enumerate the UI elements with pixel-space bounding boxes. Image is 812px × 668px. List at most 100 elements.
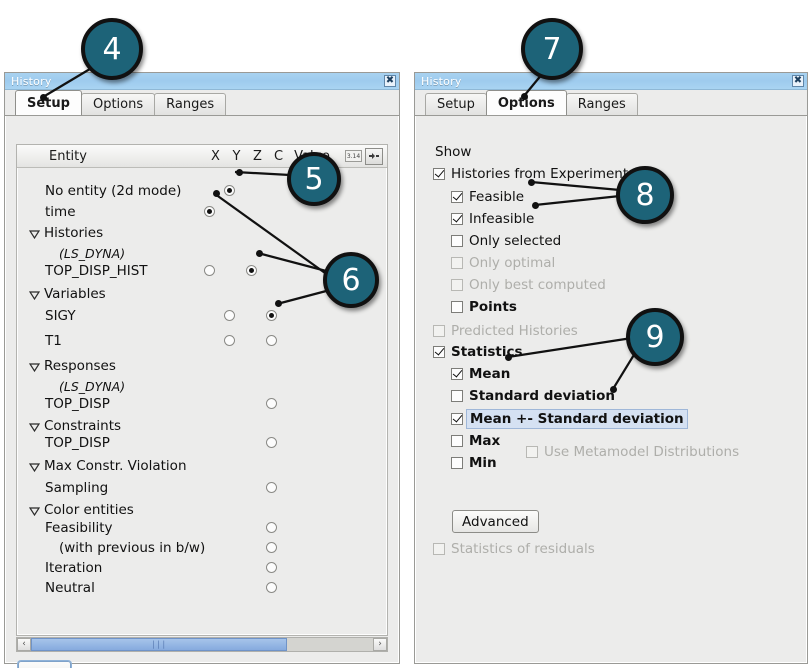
tab-options[interactable]: Options [80, 93, 156, 115]
left-window-title: History [11, 74, 52, 88]
pin-icon[interactable] [365, 147, 383, 165]
radio-c[interactable] [266, 398, 277, 409]
entity-group-row[interactable]: Variables [29, 286, 106, 302]
entity-row-label: Histories [44, 225, 104, 241]
scroll-left-arrow[interactable]: ‹ [17, 638, 31, 651]
disclosure-triangle-icon[interactable] [29, 460, 40, 472]
entity-row[interactable]: No entity (2d mode) [45, 183, 181, 199]
checkbox[interactable] [433, 346, 445, 358]
entity-row[interactable]: (LS_DYNA) [59, 246, 125, 261]
entity-row-label: TOP_DISP [45, 435, 110, 451]
entity-row[interactable]: (with previous in b/w) [59, 540, 205, 556]
entity-group-row[interactable]: Responses [29, 358, 116, 374]
option-row[interactable]: Predicted Histories [433, 323, 578, 339]
entity-row[interactable]: TOP_DISP [45, 396, 110, 412]
option-row[interactable]: Mean +- Standard deviation [451, 409, 688, 429]
checkbox[interactable] [451, 235, 463, 247]
entity-row[interactable]: TOP_DISP_HIST [45, 263, 148, 279]
option-row[interactable]: Only selected [451, 233, 561, 249]
checkbox[interactable] [451, 435, 463, 447]
entity-row[interactable]: Sampling [45, 480, 108, 496]
tab-setup[interactable]: Setup [15, 90, 82, 115]
radio-c[interactable] [266, 562, 277, 573]
checkbox[interactable] [451, 213, 463, 225]
option-row[interactable]: Max [451, 433, 500, 449]
radio-z[interactable] [246, 265, 257, 276]
disclosure-triangle-icon[interactable] [29, 288, 40, 300]
radio-c[interactable] [266, 542, 277, 553]
entity-row[interactable]: TOP_DISP [45, 435, 110, 451]
entity-row[interactable]: (LS_DYNA) [59, 379, 125, 394]
radio-c[interactable] [266, 437, 277, 448]
radio-x[interactable] [204, 206, 215, 217]
disclosure-triangle-icon[interactable] [29, 420, 40, 432]
option-label: Infeasible [469, 211, 535, 227]
radio-c[interactable] [266, 482, 277, 493]
checkbox [451, 257, 463, 269]
radio-c[interactable] [266, 310, 277, 321]
checkbox[interactable] [451, 413, 463, 425]
multi-button[interactable]: Multi [18, 661, 71, 668]
entity-row[interactable]: Feasibility [45, 520, 113, 536]
radio-x[interactable] [204, 265, 215, 276]
entity-row[interactable]: time [45, 204, 76, 220]
scroll-track[interactable] [287, 638, 373, 651]
leader-dot-feasible [528, 179, 535, 186]
col-header-c[interactable]: C [268, 149, 289, 164]
option-row[interactable]: Only optimal [451, 255, 555, 271]
tab-ranges[interactable]: Ranges [565, 93, 638, 115]
col-header-x[interactable]: X [205, 149, 226, 164]
col-header-z[interactable]: Z [247, 149, 268, 164]
checkbox[interactable] [433, 168, 445, 180]
entity-table: Entity X Y Z C Value 3.14 [16, 144, 388, 636]
tab-options-label: Options [92, 97, 144, 112]
advanced-button[interactable]: Advanced [452, 510, 539, 533]
option-row[interactable]: Standard deviation [451, 388, 615, 404]
close-icon[interactable]: ✖ [792, 75, 804, 87]
radio-y[interactable] [224, 185, 235, 196]
option-row[interactable]: Mean [451, 366, 510, 382]
horizontal-scrollbar[interactable]: ‹ │││ › [16, 637, 388, 652]
option-label: Histories from Experiments [451, 166, 636, 182]
radio-y[interactable] [224, 310, 235, 321]
tab-ranges[interactable]: Ranges [154, 93, 227, 115]
entity-row[interactable]: Neutral [45, 580, 95, 596]
disclosure-triangle-icon[interactable] [29, 227, 40, 239]
entity-group-row[interactable]: Histories [29, 225, 103, 241]
show-label: Show [435, 144, 472, 160]
callout-badge-4: 4 [81, 18, 143, 80]
checkbox[interactable] [451, 301, 463, 313]
radio-c[interactable] [266, 582, 277, 593]
radio-y[interactable] [224, 335, 235, 346]
checkbox[interactable] [451, 390, 463, 402]
left-tabstrip: Setup Options Ranges [5, 90, 399, 116]
entity-group-row[interactable]: Constraints [29, 418, 121, 434]
scroll-thumb[interactable]: │││ [31, 638, 287, 651]
entity-group-row[interactable]: Color entities [29, 502, 134, 518]
option-row[interactable]: Infeasible [451, 211, 534, 227]
checkbox[interactable] [451, 368, 463, 380]
scroll-right-arrow[interactable]: › [373, 638, 387, 651]
checkbox[interactable] [451, 191, 463, 203]
col-header-entity[interactable]: Entity [17, 149, 205, 164]
right-window-title: History [421, 74, 462, 88]
numeric-format-icon[interactable]: 3.14 [345, 150, 362, 162]
radio-c[interactable] [266, 522, 277, 533]
option-row[interactable]: Only best computed [451, 277, 606, 293]
right-titlebar: History ✖ [415, 73, 807, 90]
close-icon[interactable]: ✖ [384, 75, 396, 87]
option-row[interactable]: Feasible [451, 189, 524, 205]
disclosure-triangle-icon[interactable] [29, 360, 40, 372]
entity-row[interactable]: Iteration [45, 560, 102, 576]
tab-setup[interactable]: Setup [425, 93, 487, 115]
entity-group-row[interactable]: Max Constr. Violation [29, 458, 187, 474]
entity-row[interactable]: SIGY [45, 308, 76, 324]
disclosure-triangle-icon[interactable] [29, 504, 40, 516]
option-row[interactable]: Points [451, 299, 517, 315]
leader-dot-mean [505, 354, 512, 361]
option-row[interactable]: Min [451, 455, 497, 471]
col-header-y[interactable]: Y [226, 149, 247, 164]
radio-c[interactable] [266, 335, 277, 346]
entity-row[interactable]: T1 [45, 333, 62, 349]
checkbox[interactable] [451, 457, 463, 469]
